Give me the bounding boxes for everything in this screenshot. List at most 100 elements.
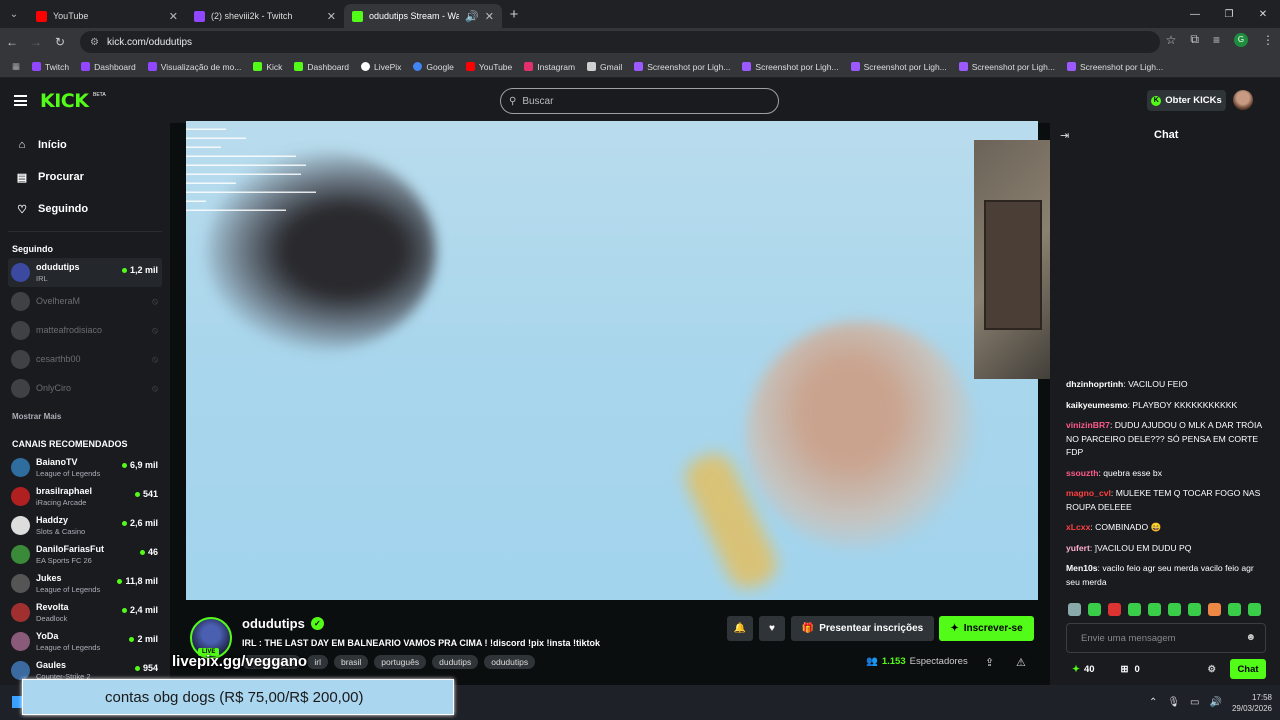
bookmark-item[interactable]: Gmail [581,62,628,72]
site-info-icon[interactable]: ⚙ [90,37,99,48]
browser-tab-youtube[interactable]: YouTube ✕ [28,4,186,28]
bookmark-item[interactable]: Screenshot por Ligh... [1061,62,1169,72]
bookmark-star-icon[interactable]: ☆ [1166,33,1177,47]
recommended-channel[interactable]: DaniloFariasFut EA Sports FC 26 46 [0,540,170,569]
tray-chevron-icon[interactable]: ⌃ [1149,697,1157,708]
user-avatar[interactable] [1233,90,1253,110]
follow-heart-button[interactable]: ♥ [759,616,785,641]
bookmark-item[interactable]: Screenshot por Ligh... [845,62,953,72]
share-icon[interactable]: ⇪ [985,656,994,669]
recommended-channel[interactable]: Jukes League of Legends 11,8 mil [0,569,170,598]
recommended-channel[interactable]: Haddzy Slots & Casino 2,6 mil [0,511,170,540]
bookmarks-bar: ▦ Twitch Dashboard Visualização de mo...… [0,56,1280,78]
browser-tab-kick[interactable]: odudutips Stream - Watch L 🔊 ✕ [344,4,502,28]
search-input[interactable]: ⚲ Buscar [500,88,779,114]
close-window-icon[interactable]: ✕ [1246,0,1280,28]
emote-icon[interactable] [1128,603,1141,616]
gift-subs-button[interactable]: 🎁 Presentear inscrições [791,616,934,641]
tag-chip[interactable]: português [374,655,427,669]
chat-message: vinizinBR7: DUDU AJUDOU O MLK A DAR TRÓI… [1066,420,1262,457]
tag-chip[interactable]: odudutips [484,655,536,669]
bookmark-item[interactable]: Kick [247,62,288,72]
chat-input[interactable]: Envie uma mensagem ☻ [1066,623,1266,653]
emoji-icon[interactable]: ☻ [1245,632,1256,643]
sidebar-nav-home[interactable]: ⌂ Início [0,129,170,161]
recommended-channel[interactable]: brasilraphael iRacing Arcade 541 [0,482,170,511]
sidebar-nav-browse[interactable]: ▤ Procurar [0,161,170,193]
forward-icon[interactable]: → [24,35,48,49]
video-player[interactable]: ▬▬▬▬▬▬▬▬ ▬▬▬▬▬▬▬▬▬▬▬▬ ▬▬▬▬▬▬▬ ▬▬▬▬▬▬▬▬▬▬▬▬▬… [186,121,1038,600]
menu-icon[interactable]: ⋮ [1262,33,1274,47]
gift-icon: 🎁 [801,623,815,634]
bookmark-item[interactable]: Screenshot por Ligh... [628,62,736,72]
mic-icon[interactable]: 🎙 [1167,697,1180,708]
emote-icon[interactable] [1188,603,1201,616]
emote-icon[interactable] [1248,603,1261,616]
send-chat-button[interactable]: Chat [1230,659,1266,679]
subscribe-button[interactable]: ✦ Inscrever-se [939,616,1034,641]
new-tab-button[interactable]: + [502,6,526,23]
bookmark-item[interactable]: Screenshot por Ligh... [953,62,1061,72]
reload-icon[interactable]: ↻ [48,35,72,49]
following-channel[interactable]: matteafrodisiaco ⦸ [0,316,170,345]
bookmark-item[interactable]: Twitch [26,62,75,72]
kick-logo[interactable]: KICK [40,90,89,112]
following-channel-odudutips[interactable]: odudutips IRL 1,2 mil [8,258,162,287]
chat-messages: dhzinhoprtinh: VACILOU FEIO kaikyeumesmo… [1066,378,1266,596]
bookmark-item[interactable]: YouTube [460,62,518,72]
minimize-icon[interactable]: — [1178,0,1212,28]
bookmark-item[interactable]: Screenshot por Ligh... [736,62,844,72]
report-icon[interactable]: ⚠ [1016,656,1026,669]
apps-icon[interactable]: ▦ [6,61,26,72]
emote-icon[interactable] [1108,603,1121,616]
bookmark-item[interactable]: Instagram [518,62,581,72]
bookmark-item[interactable]: LivePix [355,62,407,72]
url-field[interactable]: ⚙ kick.com/odudutips [80,31,1160,53]
gift-icon[interactable]: ⊞ [1121,664,1129,675]
network-icon[interactable]: ▭ [1190,697,1199,708]
audio-icon[interactable]: 🔊 [465,10,479,23]
tag-chip[interactable]: dudutips [432,655,479,669]
volume-icon[interactable]: 🔊 [1210,697,1222,708]
following-channel[interactable]: OnlyCiro ⦸ [0,374,170,403]
maximize-icon[interactable]: ❐ [1212,0,1246,28]
emote-icon[interactable] [1208,603,1221,616]
menu-hamburger-icon[interactable] [14,95,27,106]
sidebar-nav-following[interactable]: ♡ Seguindo [0,193,170,225]
chat-message: dhzinhoprtinh: VACILOU FEIO [1066,379,1188,389]
media-icon[interactable]: ≡ [1213,33,1220,47]
recommended-channel[interactable]: YoDa League of Legends 2 mil [0,627,170,656]
recommended-channel[interactable]: Revolta Deadlock 2,4 mil [0,598,170,627]
get-kicks-button[interactable]: K Obter KICKs [1147,90,1226,111]
browser-tab-twitch[interactable]: (2) sheviii2k - Twitch ✕ [186,4,344,28]
emote-icon[interactable] [1168,603,1181,616]
emote-icon[interactable] [1068,603,1081,616]
close-icon[interactable]: ✕ [485,10,494,23]
profile-avatar[interactable]: G [1234,32,1248,47]
emote-icon[interactable] [1228,603,1241,616]
settings-gear-icon[interactable]: ⚙ [1207,664,1216,675]
emote-icon[interactable] [1088,603,1101,616]
close-icon[interactable]: ✕ [327,10,336,23]
back-icon[interactable]: ← [0,35,24,49]
following-channel[interactable]: cesarthb00 ⦸ [0,345,170,374]
bookmark-item[interactable]: Visualização de mo... [142,62,248,72]
following-channel[interactable]: OvelheraM ⦸ [0,287,170,316]
notification-bell-button[interactable]: 🔔 [727,616,753,641]
emote-icon[interactable] [1148,603,1161,616]
close-icon[interactable]: ✕ [169,10,178,23]
show-more-link[interactable]: Mostrar Mais [0,407,170,427]
bookmark-item[interactable]: Dashboard [288,62,355,72]
bookmark-item[interactable]: Google [407,62,459,72]
tag-chip[interactable]: irl [307,655,328,669]
home-icon: ⌂ [18,139,26,151]
tag-chip[interactable]: brasil [333,655,369,669]
collapse-chat-icon[interactable]: ⇥ [1060,129,1069,142]
extensions-icon[interactable]: ⧉ [1190,32,1199,47]
system-clock[interactable]: 17:58 29/03/2026 [1232,692,1272,714]
chat-message: yufert: ]VACILOU EM DUDU PQ [1066,542,1192,553]
tab-search-icon[interactable]: ⌄ [0,0,28,28]
avatar [11,661,30,680]
bookmark-item[interactable]: Dashboard [75,62,142,72]
recommended-channel[interactable]: BaianoTV League of Legends 6,9 mil [0,453,170,482]
